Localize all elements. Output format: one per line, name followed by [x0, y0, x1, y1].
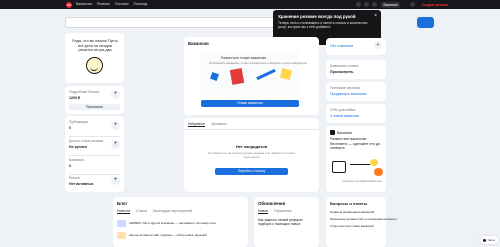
create-resume-link[interactable]: Создать резюме [420, 2, 450, 8]
illustration-face-icon [370, 159, 378, 166]
illustration-chair-icon [332, 161, 346, 173]
qa-item[interactable]: Отдел доступа к базе вакансий [330, 224, 374, 228]
tab-favorites[interactable]: Избранное [188, 122, 206, 127]
add-icon[interactable]: + [374, 41, 382, 49]
nav-item-help[interactable]: Помощь [134, 2, 148, 6]
vacancies-button[interactable]: Вакансии [381, 1, 401, 8]
blog-item[interactable]: Как мы вставили сайт подбора — обзор нов… [117, 230, 244, 240]
promo-text: Рады, что вы нашли! Пусть все дела на се… [72, 39, 118, 52]
no-candidates-text: Откликнитесь на интересующие резюме или … [207, 151, 296, 160]
stat-item[interactable]: Доступ к базе резюме Не куплен + [69, 139, 120, 154]
profile-icon[interactable] [372, 2, 377, 7]
plan-label: Компания готова к [330, 64, 359, 68]
close-icon[interactable]: × [374, 13, 377, 19]
services-card[interactable]: Полезные сервисы Продвинуть вакансию [326, 82, 386, 101]
promo-card: Рады, что вы нашли! Пусть все дела на се… [65, 33, 124, 83]
tab-articles[interactable]: Статьи [136, 209, 147, 214]
main-nav: Вакансии Резюме Отклики Помощь [76, 2, 147, 6]
add-icon[interactable]: + [111, 121, 120, 130]
messages-icon[interactable] [364, 2, 369, 7]
promo-tag: Вакансии [330, 130, 352, 135]
stat-item[interactable]: Регион Нет активных + [69, 176, 120, 190]
hh-badge-icon [330, 130, 335, 135]
nav-item-responses[interactable]: Отклики [115, 2, 129, 6]
tab-new[interactable]: Новое [258, 209, 268, 214]
candidates-tabs: Избранное Архивные [188, 122, 227, 127]
plan-card[interactable]: Компания готова к Просмотреть [326, 60, 386, 79]
illustration-pencil-icon [256, 68, 276, 81]
add-icon[interactable]: + [111, 176, 120, 185]
stat-item[interactable]: Публикации 0 + [69, 120, 120, 135]
stat-item[interactable]: Вакансии 0 [69, 158, 120, 173]
blog-thumbnail [117, 219, 126, 227]
top-up-button[interactable]: Пополнить [69, 104, 120, 110]
updates-title: Обновления [258, 201, 286, 206]
placeholder-title: Разместите новую вакансию [221, 56, 267, 60]
chat-label: Чаты [487, 238, 495, 242]
tooltip-title: Хранение резюме всегда под рукой [278, 14, 356, 19]
settings-icon[interactable] [410, 2, 415, 7]
blog-thumbnail [117, 231, 126, 239]
placeholder-text: Опубликуйте вакансию, чтобы откликнулись… [209, 61, 307, 65]
tab-archived[interactable]: Архивные [211, 122, 227, 127]
blog-item-text: СЕРВИС: HR в другой компании — расскажит… [129, 221, 217, 225]
add-icon[interactable]: + [111, 140, 120, 149]
updates-tabs: Новое Улучшения [258, 209, 291, 214]
blog-title: Блог [117, 201, 128, 206]
stats-card: Публикации 0 + Доступ к базе резюме Не к… [65, 116, 124, 192]
balance-label: Подробный баланс [69, 90, 100, 94]
company-card[interactable]: Нет компании + [326, 38, 386, 55]
balance-card: Подробный баланс 1200 ₽ + Пополнить [65, 86, 124, 114]
updates-item[interactable]: Как закрыть легкий рефорат подбора с пом… [258, 218, 315, 227]
qa-title: Вопросы и ответы [330, 201, 368, 206]
chat-icon [483, 238, 487, 242]
crm-label: CRM для найма [330, 108, 356, 112]
tooltip-text: Теперь легко отслеживать и менять список… [278, 20, 368, 30]
tab-events[interactable]: Календарь мероприятий [153, 209, 192, 214]
blog-item[interactable]: СЕРВИС: HR в другой компании — расскажит… [117, 218, 244, 228]
illustration-orange-shape [374, 168, 383, 176]
qa-item[interactable]: Правила размещения вакансий [330, 210, 374, 214]
crm-link[interactable]: 3 новой вакансии [330, 114, 359, 118]
find-candidates-button[interactable]: Перейти к поиску [215, 168, 288, 175]
chat-button[interactable]: Чаты [480, 236, 498, 244]
qa-item[interactable]: Изменение должностей и сохранение выбери… [330, 217, 397, 221]
services-link[interactable]: Продвинуть вакансию [330, 92, 367, 96]
promo-headline: Разместите вакансию бесплатно — сделайте… [330, 137, 380, 151]
illustration-cube-icon [210, 72, 219, 81]
vacancies-card: Вакансии Разместите новую вакансию Опубл… [184, 37, 319, 115]
promo-vacancy-card: Вакансии Разместите вакансию бесплатно —… [326, 126, 386, 192]
illustration-sticker-icon [279, 67, 293, 81]
nav-item-vacancies[interactable]: Вакансии [76, 2, 92, 6]
blog-tabs: Новости Статьи Календарь мероприятий [117, 209, 192, 214]
notification-icon[interactable] [356, 2, 361, 7]
tab-improvements[interactable]: Улучшения [274, 209, 292, 214]
qa-card: Вопросы и ответы Правила размещения вака… [326, 197, 397, 247]
plan-value: Просмотреть [330, 70, 354, 74]
promo-tag-label: Вакансии [337, 130, 352, 135]
smile-icon [86, 57, 103, 74]
nav-item-resumes[interactable]: Резюме [97, 2, 110, 6]
hh-logo[interactable]: hh [66, 1, 72, 8]
promo-note: Смотрите за эффективностью [342, 179, 382, 183]
stat-value: 0 [69, 163, 71, 168]
services-label: Полезные сервисы [330, 86, 361, 90]
add-balance-icon[interactable]: + [111, 90, 120, 99]
candidates-card: Избранное Архивные Нет кандидатов Отклик… [184, 118, 319, 192]
crm-card[interactable]: CRM для найма 3 новой вакансии [326, 104, 386, 123]
search-button[interactable] [417, 17, 434, 28]
updates-card: Обновления Новое Улучшения Как закрыть л… [254, 197, 319, 247]
blog-card: Блог Новости Статьи Календарь мероприяти… [113, 197, 248, 247]
tab-news[interactable]: Новости [117, 209, 131, 214]
illustration-book-icon [229, 68, 245, 85]
illustration-table-icon [350, 164, 370, 172]
vacancies-title: Вакансии [188, 41, 209, 46]
balance-value: 1200 ₽ [69, 96, 81, 100]
stat-label: Вакансии [69, 158, 84, 162]
company-link[interactable]: Нет компании [330, 44, 353, 48]
blog-item-text: Как мы вставили сайт подбора — обзор нов… [129, 233, 207, 237]
no-candidates-title: Нет кандидатов [235, 144, 268, 149]
new-vacancy-button[interactable]: Новая вакансия [201, 100, 299, 107]
placeholder-box: Разместите новую вакансию Опубликуйте ва… [201, 51, 307, 95]
